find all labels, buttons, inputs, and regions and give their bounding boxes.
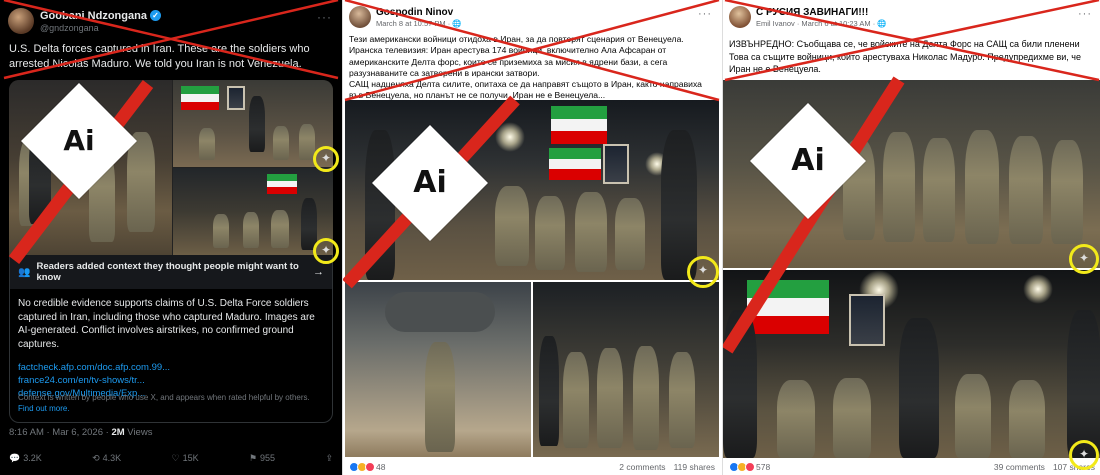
author-name-text[interactable]: Goobani Ndzongana: [40, 10, 147, 22]
share-icon: ⇪: [325, 453, 333, 463]
reply-count: 3.2K: [23, 453, 42, 463]
x-post-panel: Goobani Ndzongana ✓ @gndzongana ··· U.S.…: [0, 0, 342, 475]
more-options-icon[interactable]: ···: [698, 8, 712, 20]
fb-post-header: С РУСИЯ ЗАВИНАГИ!!! Emil Ivanov · March …: [729, 6, 887, 28]
media-image-2[interactable]: [173, 80, 333, 167]
comment-count[interactable]: 39 comments: [994, 462, 1045, 472]
more-options-icon[interactable]: ···: [1078, 8, 1092, 20]
post-image-2[interactable]: [345, 282, 531, 457]
find-out-more-link[interactable]: Find out more.: [18, 404, 70, 413]
arrow-right-icon[interactable]: →: [313, 266, 324, 278]
post-text: ИЗВЪНРЕДНО: Съобщава се, че войските на …: [729, 39, 1081, 74]
post-action-bar: 💬 3.2K ⟲ 4.3K ♡ 15K ⚑ 955 ⇪: [9, 453, 333, 464]
verified-badge-icon: ✓: [149, 10, 161, 21]
source-link-1[interactable]: factcheck.afp.com/doc.afp.com.99...: [18, 361, 324, 374]
community-notes-header[interactable]: 👥 Readers added context they thought peo…: [10, 255, 332, 289]
reactions-icon[interactable]: [349, 462, 375, 472]
repost-button[interactable]: ⟲ 4.3K: [92, 453, 121, 464]
ai-label: Ai: [791, 143, 825, 178]
post-text: Тези американски войници отидоха в Иран,…: [349, 34, 702, 101]
repost-count: 4.3K: [102, 453, 122, 463]
community-notes-title: Readers added context they thought peopl…: [36, 261, 299, 283]
ai-label: Ai: [413, 165, 447, 200]
composite-screenshot: Goobani Ndzongana ✓ @gndzongana ··· U.S.…: [0, 0, 1100, 475]
sparkle-icon: ✦: [320, 151, 332, 165]
post-meta: March 8 at 10:57 PM · 🌐: [376, 19, 462, 28]
reactions-icon[interactable]: [729, 462, 755, 472]
post-timestamp[interactable]: 8:16 AM · Mar 6, 2026 ·: [9, 427, 111, 438]
post-timestamp[interactable]: March 8 at 10:57 PM ·: [376, 19, 452, 28]
reply-icon: 💬: [9, 453, 21, 463]
views-label: Views: [124, 427, 153, 438]
fb-post-header: Gospodin Ninov March 8 at 10:57 PM · 🌐: [349, 6, 462, 28]
author-name[interactable]: Gospodin Ninov: [376, 7, 462, 18]
views-count: 2M: [111, 427, 125, 438]
sparkle-icon: ✦: [1078, 447, 1090, 461]
post-engagement-bar: 48 2 comments 119 shares: [349, 462, 715, 472]
bookmark-button[interactable]: ⚑ 955: [249, 453, 275, 464]
avatar[interactable]: [729, 6, 751, 28]
comment-count[interactable]: 2 comments: [619, 462, 665, 472]
like-count: 15K: [182, 453, 199, 463]
share-button[interactable]: ⇪: [325, 453, 333, 464]
bookmark-count: 955: [260, 453, 276, 463]
community-notes-footer-text: Context is written by people who use X, …: [18, 393, 310, 402]
source-link-2[interactable]: france24.com/en/tv-shows/tr...: [18, 374, 324, 387]
community-notes-box: 👥 Readers added context they thought peo…: [9, 255, 333, 423]
post-image-2[interactable]: [723, 270, 1100, 458]
reaction-count[interactable]: 48: [376, 462, 385, 472]
repost-icon: ⟲: [92, 453, 100, 463]
people-icon: 👥: [18, 266, 31, 278]
post-metadata: 8:16 AM · Mar 6, 2026 · 2M Views: [9, 427, 152, 438]
post-text: U.S. Delta forces captured in Iran. Thes…: [9, 43, 310, 70]
avatar[interactable]: [349, 6, 371, 28]
author-name[interactable]: С РУСИЯ ЗАВИНАГИ!!!: [756, 7, 887, 18]
ai-label: Ai: [63, 124, 95, 157]
share-count[interactable]: 119 shares: [674, 462, 715, 472]
sparkle-icon: ✦: [697, 263, 709, 277]
like-button[interactable]: ♡ 15K: [172, 453, 199, 464]
community-notes-footer: Context is written by people who use X, …: [18, 393, 324, 414]
sparkle-icon: ✦: [320, 243, 332, 257]
facebook-post-1: Gospodin Ninov March 8 at 10:57 PM · 🌐 ·…: [342, 0, 720, 475]
community-notes-body: No credible evidence supports claims of …: [18, 298, 315, 350]
media-image-3[interactable]: [173, 168, 333, 255]
x-post-header: Goobani Ndzongana ✓ @gndzongana: [8, 8, 161, 34]
globe-icon: 🌐: [452, 18, 462, 28]
facebook-post-2: С РУСИЯ ЗАВИНАГИ!!! Emil Ivanov · March …: [722, 0, 1100, 475]
post-meta: Emil Ivanov · March 6 at 10:23 AM · 🌐: [756, 19, 887, 28]
post-timestamp[interactable]: Emil Ivanov · March 6 at 10:23 AM ·: [756, 19, 877, 28]
heart-icon: ♡: [171, 453, 180, 463]
post-engagement-bar: 578 39 comments 107 shares: [729, 462, 1095, 472]
post-image-3[interactable]: [533, 282, 719, 457]
sparkle-icon: ✦: [1078, 251, 1090, 265]
more-options-icon[interactable]: ···: [317, 10, 332, 24]
author-name[interactable]: Goobani Ndzongana ✓: [40, 10, 161, 22]
bookmark-icon: ⚑: [248, 453, 258, 463]
reply-button[interactable]: 💬 3.2K: [9, 453, 42, 464]
author-handle[interactable]: @gndzongana: [40, 23, 161, 33]
globe-icon: 🌐: [877, 18, 887, 28]
avatar[interactable]: [8, 8, 34, 34]
reaction-count[interactable]: 578: [756, 462, 770, 472]
